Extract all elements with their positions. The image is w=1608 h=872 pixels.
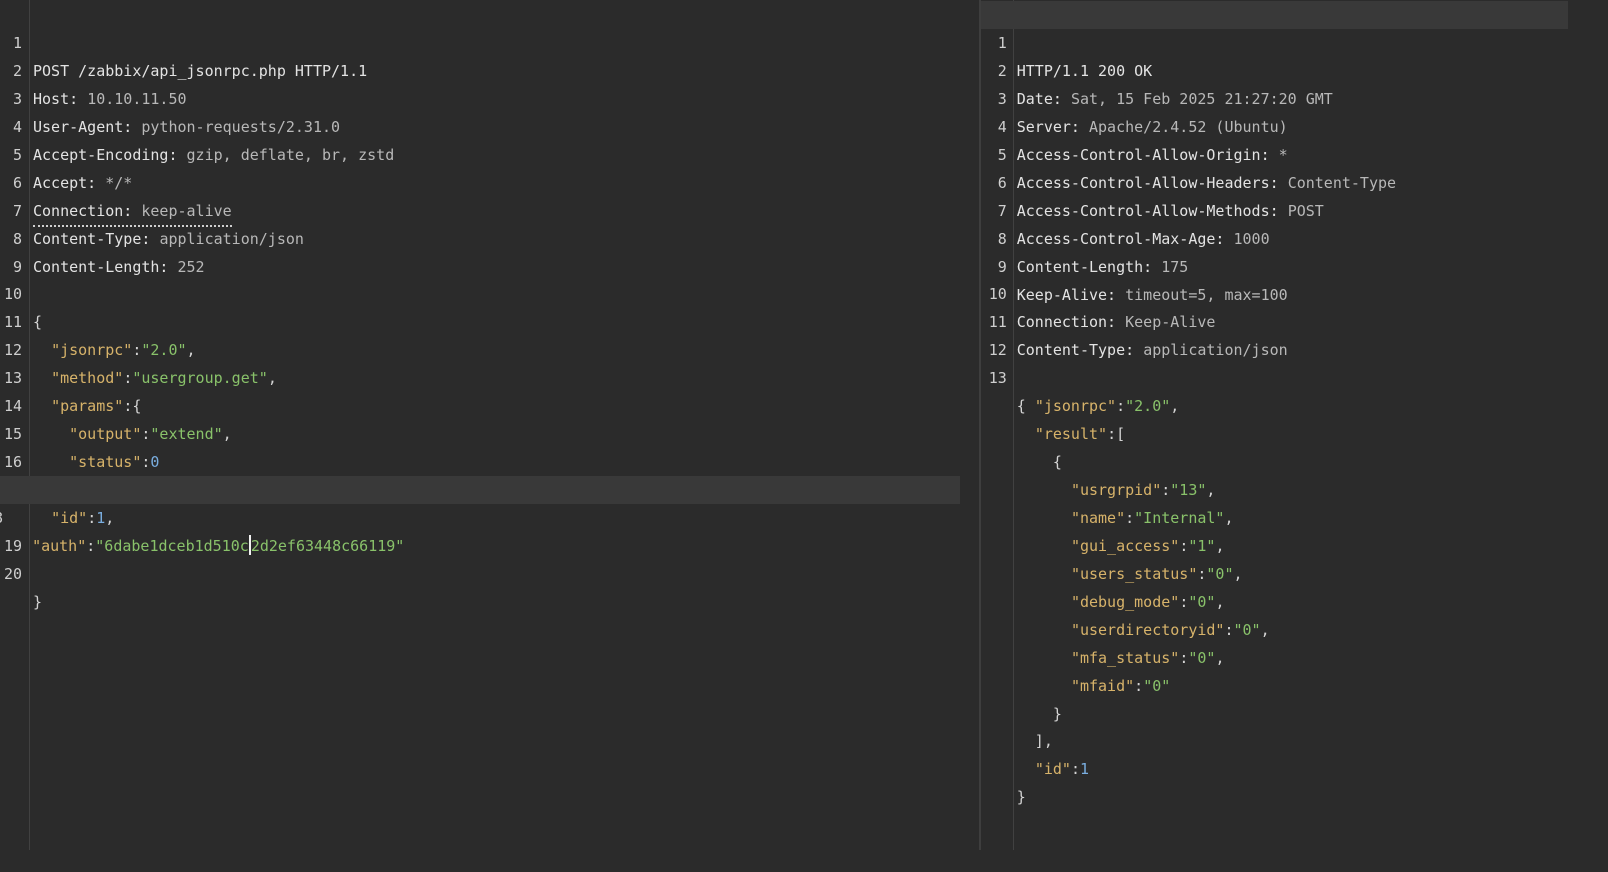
request-line[interactable]: 7 Content-Type: application/json [0,169,979,248]
response-line[interactable]: 3 Server: Apache/2.4.52 (Ubuntu) [981,57,1568,136]
response-line[interactable]: ], [981,699,1568,750]
request-lines: 1 POST /zabbix/api_jsonrpc.php HTTP/1.1 … [0,1,979,611]
request-line[interactable]: 15 "status":0 [0,392,979,471]
http-message-editor: 1 POST /zabbix/api_jsonrpc.php HTTP/1.1 … [0,0,1568,872]
request-line[interactable]: 5 Accept: */* [0,113,979,192]
request-line[interactable]: 16 }, [0,420,979,499]
response-line[interactable]: "name":"Internal", [981,476,1568,527]
response-line[interactable]: 10 Connection: Keep-Alive [981,252,1568,331]
line-number: 20 [3,564,22,583]
request-line[interactable]: 11 "jsonrpc":"2.0", [0,280,979,359]
request-line[interactable]: 12 "method":"usergroup.get", [0,308,979,387]
response-lines: 1 HTTP/1.1 200 OK 2 Date: Sat, 15 Feb 20… [980,1,1568,806]
response-line[interactable]: "mfaid":"0" [981,644,1568,695]
response-line[interactable]: "jsonrpc":"2.0", [981,364,1568,415]
response-line[interactable]: "usrgrpid":"13", [981,448,1568,499]
request-line[interactable]: 19 [0,504,979,555]
request-line[interactable]: 17 "id":1, [0,448,979,527]
request-line[interactable]: 20 } [0,532,979,611]
request-current-line[interactable]: 18 "auth":"6dabe1dceb1d510c2d2ef63448c66… [0,475,960,555]
request-line[interactable]: 9 [0,225,979,276]
response-line[interactable]: 8 Content-Length: 175 [981,197,1568,276]
request-line[interactable]: 8 Content-Length: 252 [0,197,979,276]
request-line[interactable]: 3 User-Agent: python-requests/2.31.0 [0,57,979,136]
response-line[interactable]: } [981,672,1568,723]
request-line[interactable]: 1 POST /zabbix/api_jsonrpc.php HTTP/1.1 [0,1,979,80]
request-line[interactable]: 13 "params":{ [0,336,979,415]
response-line[interactable]: "mfa_status":"0", [981,616,1568,667]
response-line[interactable]: 4 Access-Control-Allow-Origin: * [981,85,1568,164]
response-line[interactable]: "gui_access":"1", [981,504,1568,555]
response-line[interactable]: "id":1 [981,727,1568,778]
response-current-line[interactable]: 1 HTTP/1.1 200 OK [980,1,1568,80]
response-line[interactable]: 7 Access-Control-Max-Age: 1000 [981,169,1568,248]
response-line[interactable]: 6 Access-Control-Allow-Methods: POST [981,141,1568,220]
request-line[interactable]: 14 "output":"extend", [0,364,979,443]
response-line[interactable]: } [981,755,1568,806]
response-line[interactable]: 9 Keep-Alive: timeout=5, max=100 [981,225,1568,304]
json-close-brace: } [33,592,43,611]
response-line[interactable]: "debug_mode":"0", [981,560,1568,611]
request-pane[interactable]: 1 POST /zabbix/api_jsonrpc.php HTTP/1.1 … [0,0,979,850]
response-line[interactable]: 5 Access-Control-Allow-Headers: Content-… [981,113,1568,192]
request-line[interactable]: 10 { [0,252,979,331]
response-line[interactable]: { [981,420,1568,471]
response-line[interactable]: 2 Date: Sat, 15 Feb 2025 21:27:20 GMT [981,29,1568,108]
response-line[interactable]: "users_status":"0", [981,532,1568,583]
request-line[interactable]: 2 Host: 10.10.11.50 [0,29,979,108]
response-line[interactable]: 11 Content-Type: application/json [981,280,1568,359]
response-line[interactable]: "userdirectoryid":"0", [981,588,1568,639]
request-line[interactable]: 6 Connection: keep-alive [0,141,979,227]
response-line[interactable]: "result":[ [981,392,1568,443]
request-line[interactable]: 4 Accept-Encoding: gzip, deflate, br, zs… [0,85,979,164]
response-pane[interactable]: 1 HTTP/1.1 200 OK 2 Date: Sat, 15 Feb 20… [980,0,1568,850]
response-line[interactable]: 13 { [981,336,1568,415]
json-close-brace: } [1016,788,1026,807]
response-line[interactable]: 12 [981,308,1568,359]
